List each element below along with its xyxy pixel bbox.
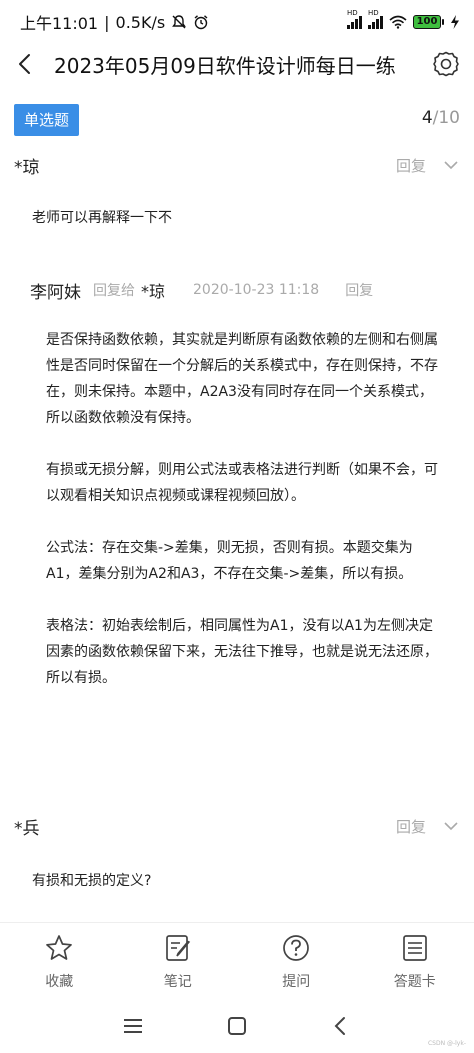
- wifi-icon: [389, 15, 407, 29]
- nav-label: 收藏: [45, 974, 74, 990]
- comment-text: 有损和无损的定义?: [32, 873, 152, 889]
- reply-paragraph: 公式法：存在交集->差集，则无损，否则有损。本题交集为A1，差集分别为A2和A3…: [46, 540, 413, 582]
- signal-icon-2: HD: [368, 9, 383, 29]
- page-header: 2023年05月09日软件设计师每日一练: [0, 44, 474, 84]
- note-icon: [165, 935, 190, 961]
- page-title: 2023年05月09日软件设计师每日一练: [54, 53, 396, 78]
- star-icon: [46, 935, 73, 960]
- nav-label: 提问: [282, 974, 311, 990]
- reply-user: 李阿妹: [30, 282, 81, 303]
- question-type-badge: 单选题: [14, 104, 80, 136]
- answer-card-icon: [402, 935, 427, 961]
- question-icon: [283, 935, 310, 961]
- reply-timestamp: 2020-10-23 11:18: [193, 282, 320, 298]
- comment-header: *兵 回复: [14, 812, 460, 840]
- status-bar: 上午11:01 | 0.5K/s HD HD 100: [0, 0, 474, 44]
- charging-icon: [451, 15, 459, 29]
- question-progress: 4/10: [422, 108, 460, 128]
- comment-actions: 回复: [396, 155, 460, 176]
- reply-reply-button[interactable]: 回复: [345, 280, 373, 300]
- back-nav-icon[interactable]: [329, 1014, 353, 1038]
- nav-label: 笔记: [163, 974, 192, 990]
- comment-header: *琼 回复: [14, 151, 460, 179]
- status-time: 上午11:01: [20, 14, 99, 33]
- reply-body: 是否保持函数依赖，其实就是判断原有函数依赖的左侧和右侧属性是否同时保留在一个分解…: [46, 327, 442, 717]
- chevron-down-icon[interactable]: [442, 817, 460, 835]
- reply-paragraph: 表格法：初始表绘制后，相同属性为A1，没有以A1为左侧决定因素的函数依赖保留下来…: [46, 618, 438, 686]
- battery-icon: 100: [413, 15, 444, 29]
- question-current: 4: [421, 108, 433, 128]
- question-total: /10: [432, 108, 460, 128]
- mute-bell-icon: [172, 15, 187, 29]
- gear-icon[interactable]: [432, 50, 460, 78]
- comment-user: *琼: [14, 157, 40, 178]
- nav-item-answer-card[interactable]: 答题卡: [356, 923, 474, 998]
- system-nav-bar: [0, 998, 474, 1053]
- nav-item-favorite[interactable]: 收藏: [0, 923, 119, 998]
- reply-paragraph: 是否保持函数依赖，其实就是判断原有函数依赖的左侧和右侧属性是否同时保留在一个分解…: [46, 332, 438, 426]
- chevron-down-icon[interactable]: [442, 156, 460, 174]
- nav-label: 答题卡: [393, 974, 436, 990]
- reply-target-user: *琼: [141, 282, 166, 301]
- bottom-nav: 收藏 笔记 提问 答题卡: [0, 922, 474, 998]
- comment-reply-button[interactable]: 回复: [396, 155, 426, 176]
- reply-paragraph: 有损或无损分解，则用公式法或表格法进行判断（如果不会，可以观看相关知识点视频或课…: [46, 462, 438, 504]
- comment-reply-button[interactable]: 回复: [396, 816, 426, 837]
- status-speed: 0.5K/s: [115, 12, 166, 32]
- status-separator: |: [104, 12, 110, 32]
- nav-item-notes[interactable]: 笔记: [119, 923, 238, 998]
- status-right: HD HD 100: [347, 9, 460, 29]
- signal-icon: HD: [347, 9, 362, 29]
- status-left: 上午11:01 | 0.5K/s: [20, 10, 209, 34]
- watermark: CSDN @-lyk-: [427, 1040, 466, 1047]
- nav-item-ask[interactable]: 提问: [237, 923, 356, 998]
- battery-level: 100: [413, 15, 441, 29]
- back-icon[interactable]: [4, 44, 48, 84]
- question-type-row: 单选题 4/10: [0, 104, 474, 136]
- alarm-icon: [194, 15, 208, 30]
- reply-to-label: 回复给: [93, 283, 135, 299]
- home-icon[interactable]: [225, 1014, 249, 1038]
- comment-user: *兵: [14, 818, 40, 839]
- comment-text: 老师可以再解释一下不: [32, 210, 172, 226]
- menu-icon[interactable]: [121, 1014, 145, 1038]
- reply-header: 李阿妹 回复给 *琼 2020-10-23 11:18 回复: [30, 276, 454, 304]
- comment-actions: 回复: [396, 816, 460, 837]
